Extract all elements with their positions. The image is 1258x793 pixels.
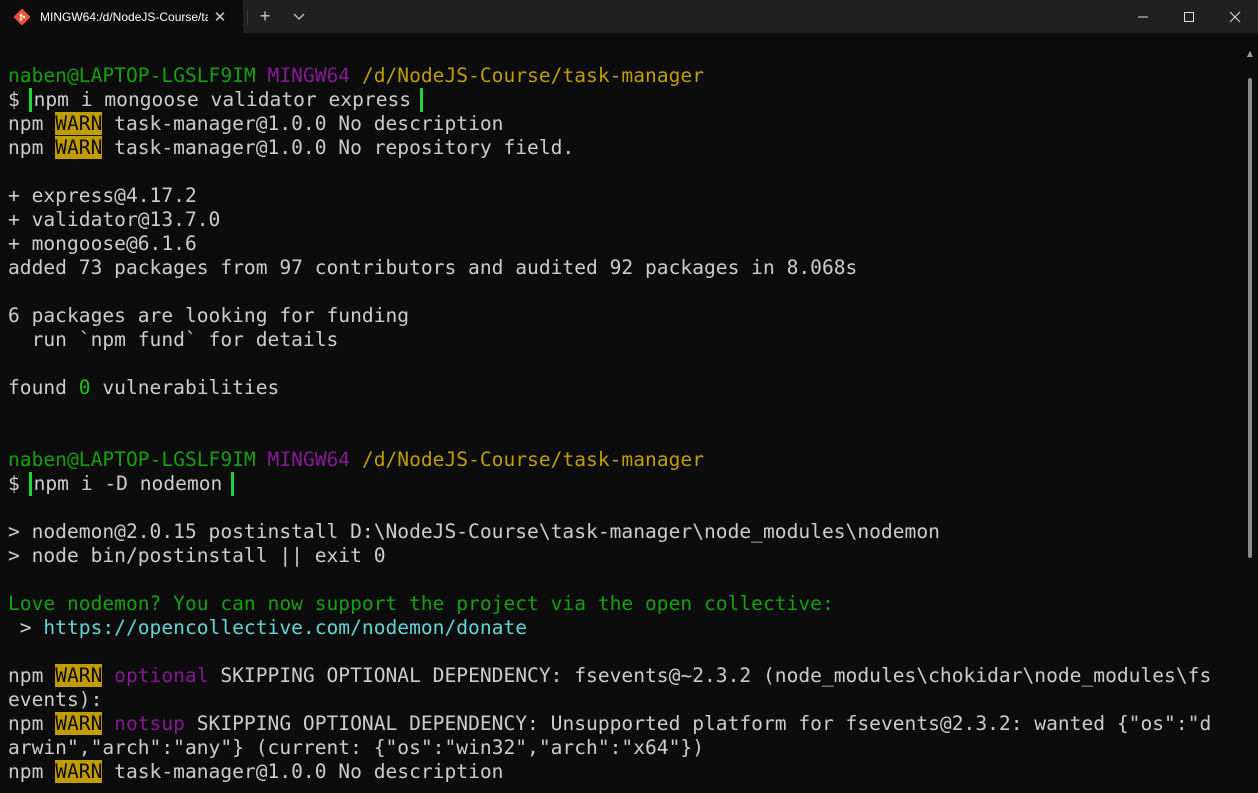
warn-text: SKIPPING OPTIONAL DEPENDENCY: fsevents@~… bbox=[208, 664, 1212, 687]
prompt-user: naben@LAPTOP-LGSLF9IM bbox=[8, 448, 256, 471]
donate-link[interactable]: https://opencollective.com/nodemon/donat… bbox=[43, 616, 527, 639]
found-suffix: vulnerabilities bbox=[90, 376, 280, 399]
warn-text: task-manager@1.0.0 No description bbox=[102, 760, 504, 783]
prompt-symbol: $ bbox=[8, 472, 20, 495]
prompt-line: naben@LAPTOP-LGSLF9IM MINGW64 /d/NodeJS-… bbox=[8, 448, 1238, 472]
installed-package: + mongoose@6.1.6 bbox=[8, 232, 197, 255]
npm-prefix: npm bbox=[8, 136, 44, 159]
close-window-button[interactable] bbox=[1212, 0, 1258, 33]
maximize-button[interactable] bbox=[1166, 0, 1212, 33]
output-line: npm WARN task-manager@1.0.0 No descripti… bbox=[8, 760, 1238, 784]
highlighted-command: npm i mongoose validator express bbox=[28, 88, 424, 112]
output-line: npm WARN optional SKIPPING OPTIONAL DEPE… bbox=[8, 664, 1238, 688]
new-tab-button[interactable]: + bbox=[248, 0, 282, 33]
output-line-continued: events): bbox=[8, 688, 103, 711]
vulnerability-count: 0 bbox=[78, 376, 91, 399]
git-bash-icon bbox=[13, 8, 31, 25]
installed-package: + validator@13.7.0 bbox=[8, 208, 221, 231]
donate-prefix: > bbox=[8, 616, 44, 639]
command-line: $ npm i -D nodemon bbox=[8, 472, 1238, 496]
funding-line: 6 packages are looking for funding bbox=[8, 304, 410, 327]
title-bar-drag-area[interactable] bbox=[316, 0, 1120, 33]
output-line: npm WARN task-manager@1.0.0 No repositor… bbox=[8, 136, 1238, 160]
warn-badge: WARN bbox=[55, 136, 103, 159]
output-line: npm WARN notsup SKIPPING OPTIONAL DEPEND… bbox=[8, 712, 1238, 736]
warn-kind: optional bbox=[114, 664, 209, 687]
prompt-symbol: $ bbox=[8, 88, 20, 111]
minimize-button[interactable] bbox=[1120, 0, 1166, 33]
prompt-shell: MINGW64 bbox=[267, 448, 351, 471]
postinstall-line: > nodemon@2.0.15 postinstall D:\NodeJS-C… bbox=[8, 520, 940, 543]
close-tab-icon[interactable]: ✕ bbox=[212, 9, 228, 26]
terminal-window: MINGW64:/d/NodeJS-Course/task-manager ✕ … bbox=[0, 0, 1258, 793]
funding-line: run `npm fund` for details bbox=[8, 328, 339, 351]
output-line-continued: arwin","arch":"any"} (current: {"os":"wi… bbox=[8, 736, 704, 759]
title-bar: MINGW64:/d/NodeJS-Course/task-manager ✕ … bbox=[0, 0, 1258, 33]
npm-prefix: npm bbox=[8, 664, 44, 687]
warn-badge: WARN bbox=[55, 664, 103, 687]
vertical-scrollbar[interactable]: ▲ bbox=[1242, 33, 1258, 793]
support-message: Love nodemon? You can now support the pr… bbox=[8, 592, 834, 615]
prompt-path: /d/NodeJS-Course/task-manager bbox=[361, 64, 705, 87]
warn-badge: WARN bbox=[55, 760, 103, 783]
warn-text: SKIPPING OPTIONAL DEPENDENCY: Unsupporte… bbox=[184, 712, 1212, 735]
warn-badge: WARN bbox=[55, 712, 103, 735]
scrollbar-thumb[interactable] bbox=[1248, 78, 1252, 558]
found-prefix: found bbox=[8, 376, 79, 399]
prompt-path: /d/NodeJS-Course/task-manager bbox=[361, 448, 705, 471]
prompt-user: naben@LAPTOP-LGSLF9IM bbox=[8, 64, 256, 87]
warn-badge: WARN bbox=[55, 112, 103, 135]
command-line: $ npm i mongoose validator express bbox=[8, 88, 1238, 112]
output-line: npm WARN task-manager@1.0.0 No descripti… bbox=[8, 112, 1238, 136]
vulnerabilities-line: found 0 vulnerabilities bbox=[8, 376, 1238, 400]
chevron-down-icon[interactable] bbox=[282, 0, 316, 33]
warn-text: task-manager@1.0.0 No description bbox=[102, 112, 504, 135]
terminal-tab[interactable]: MINGW64:/d/NodeJS-Course/task-manager ✕ bbox=[0, 0, 243, 33]
warn-kind: notsup bbox=[114, 712, 185, 735]
npm-prefix: npm bbox=[8, 760, 44, 783]
npm-prefix: npm bbox=[8, 712, 44, 735]
terminal-output[interactable]: naben@LAPTOP-LGSLF9IM MINGW64 /d/NodeJS-… bbox=[8, 64, 1238, 793]
added-summary: added 73 packages from 97 contributors a… bbox=[8, 256, 858, 279]
prompt-shell: MINGW64 bbox=[267, 64, 351, 87]
scroll-up-icon[interactable]: ▲ bbox=[1242, 47, 1258, 59]
highlighted-command: npm i -D nodemon bbox=[28, 472, 235, 496]
postinstall-line: > node bin/postinstall || exit 0 bbox=[8, 544, 386, 567]
warn-text: task-manager@1.0.0 No repository field. bbox=[102, 136, 575, 159]
installed-package: + express@4.17.2 bbox=[8, 184, 197, 207]
npm-prefix: npm bbox=[8, 112, 44, 135]
donate-line: > https://opencollective.com/nodemon/don… bbox=[8, 616, 1238, 640]
prompt-line: naben@LAPTOP-LGSLF9IM MINGW64 /d/NodeJS-… bbox=[8, 64, 1238, 88]
tab-title: MINGW64:/d/NodeJS-Course/task-manager bbox=[40, 9, 208, 24]
